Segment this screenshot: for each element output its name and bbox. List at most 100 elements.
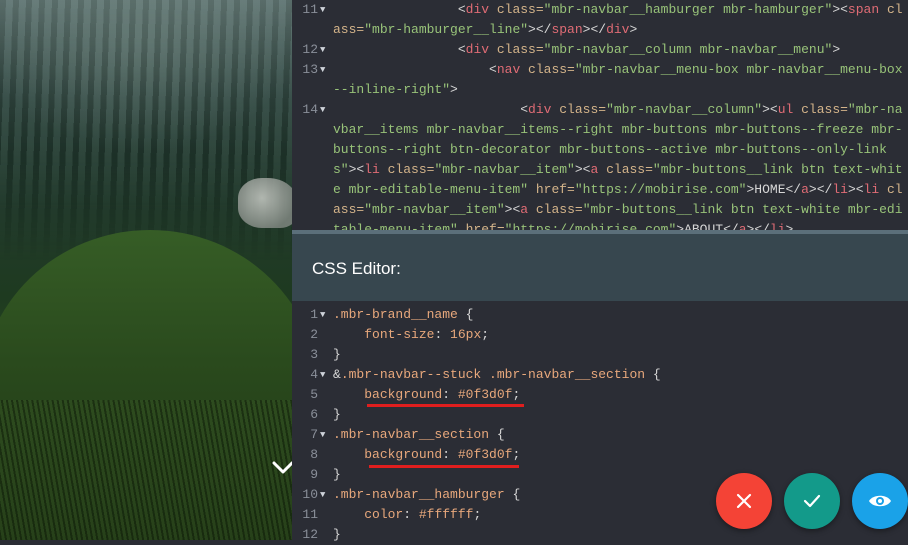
rock-outcrop (238, 178, 292, 228)
code-token: ul (777, 102, 794, 117)
code-token: >HOME</ (746, 182, 802, 197)
fold-arrow-icon[interactable]: ▼ (320, 485, 325, 505)
code-text: &.mbr-navbar--stuck .mbr-navbar__section… (333, 365, 903, 385)
close-button[interactable] (716, 473, 772, 529)
line-number: 11 (302, 507, 318, 522)
code-token: & (333, 367, 341, 382)
code-token: .mbr-navbar--stuck .mbr-navbar__section (340, 367, 653, 382)
code-token: "mbr-navbar__column" (606, 102, 763, 117)
code-token: class= (489, 2, 544, 17)
code-token: .mbr-navbar__hamburger (333, 487, 513, 502)
code-token: ; (473, 507, 482, 522)
code-token: >< (504, 202, 521, 217)
code-token: "mbr-navbar__column mbr-navbar__menu" (543, 42, 833, 57)
fold-arrow-icon[interactable]: ▼ (320, 40, 325, 60)
line-number: 14 (302, 102, 318, 117)
code-token: "mbr-navbar__item" (364, 202, 505, 217)
line-number: 6 (310, 407, 318, 422)
html-code-editor[interactable]: 11 ▼ <div class="mbr-navbar__hamburger mb… (292, 0, 908, 233)
code-token: ; (481, 327, 490, 342)
highlight-underline (367, 404, 524, 407)
code-token: ; (512, 387, 521, 402)
code-token: class= (551, 102, 607, 117)
confirm-button[interactable] (784, 473, 840, 529)
code-token: href= (528, 182, 575, 197)
code-token: { (496, 427, 505, 442)
code-token: < (333, 102, 529, 117)
code-token: nav (496, 62, 521, 77)
code-token: ></ (528, 22, 552, 37)
code-text: <div class="mbr-navbar__column"><ul clas… (333, 100, 903, 233)
code-token: background (333, 387, 443, 402)
line-number: 4 (310, 367, 318, 382)
code-token: < (333, 62, 497, 77)
code-token: li (863, 182, 880, 197)
code-token: ; (512, 447, 521, 462)
code-token: #0f3d0f (457, 387, 513, 402)
code-text: .mbr-navbar__section { (333, 425, 903, 445)
line-number: 8 (310, 447, 318, 462)
code-text: <div class="mbr-navbar__hamburger mbr-ha… (333, 0, 903, 40)
close-icon (736, 493, 752, 509)
code-token: "https://mobirise.com" (574, 182, 747, 197)
code-text: .mbr-brand__name { (333, 305, 903, 325)
fold-arrow-icon[interactable]: ▼ (320, 305, 325, 325)
code-token: a (520, 202, 529, 217)
css-editor-header: CSS Editor: (292, 234, 908, 301)
code-token: font-size (333, 327, 435, 342)
code-token: div (465, 2, 490, 17)
code-token: div (606, 22, 630, 37)
code-token: ></ (808, 182, 833, 197)
code-text: } (333, 405, 903, 425)
line-number: 10 (302, 487, 318, 502)
code-token: { (652, 367, 661, 382)
code-token: : (442, 387, 458, 402)
code-token: { (465, 307, 474, 322)
code-token: > (629, 22, 638, 37)
code-text: background: #0f3d0f; (333, 385, 903, 405)
code-token: >< (832, 2, 848, 17)
check-icon (803, 494, 821, 508)
fold-arrow-icon[interactable]: ▼ (320, 0, 325, 20)
code-text: <nav class="mbr-navbar__menu-box mbr-nav… (333, 60, 903, 100)
code-token: >< (348, 162, 365, 177)
code-token: } (333, 347, 341, 362)
code-token: div (528, 102, 552, 117)
site-preview-image (0, 0, 292, 540)
code-token: "mbr-navbar__hamburger mbr-hamburger" (543, 2, 833, 17)
code-token: span (847, 2, 880, 17)
code-token: : (434, 327, 451, 342)
chevron-down-icon[interactable] (271, 458, 292, 478)
code-token: class= (793, 102, 848, 117)
code-token: span (551, 22, 583, 37)
code-token: } (333, 407, 341, 422)
code-token: > (832, 42, 841, 57)
code-token: .mbr-brand__name (333, 307, 466, 322)
line-number: 1 (310, 307, 318, 322)
code-token: li (832, 182, 848, 197)
code-token: 16px (450, 327, 482, 342)
code-token: "mbr-navbar__item" (434, 162, 575, 177)
fold-arrow-icon[interactable]: ▼ (320, 100, 325, 120)
code-token: < (333, 2, 466, 17)
code-token: ></ (582, 22, 607, 37)
line-number: 12 (302, 42, 318, 57)
preview-button[interactable] (852, 473, 908, 529)
code-token: class= (528, 202, 583, 217)
highlight-underline (369, 465, 519, 468)
code-text: } (333, 345, 903, 365)
code-token: #ffffff (418, 507, 474, 522)
fold-arrow-icon[interactable]: ▼ (320, 60, 325, 80)
code-token: #0f3d0f (457, 447, 513, 462)
line-number: 12 (302, 527, 318, 542)
code-token: >< (762, 102, 778, 117)
line-number: 3 (310, 347, 318, 362)
eye-icon (869, 495, 891, 507)
code-token: background (333, 447, 443, 462)
fold-arrow-icon[interactable]: ▼ (320, 365, 325, 385)
code-token: class= (489, 42, 544, 57)
code-token: color (333, 507, 404, 522)
code-token: class= (379, 162, 435, 177)
fold-arrow-icon[interactable]: ▼ (320, 425, 325, 445)
code-token: .mbr-navbar__section (333, 427, 497, 442)
